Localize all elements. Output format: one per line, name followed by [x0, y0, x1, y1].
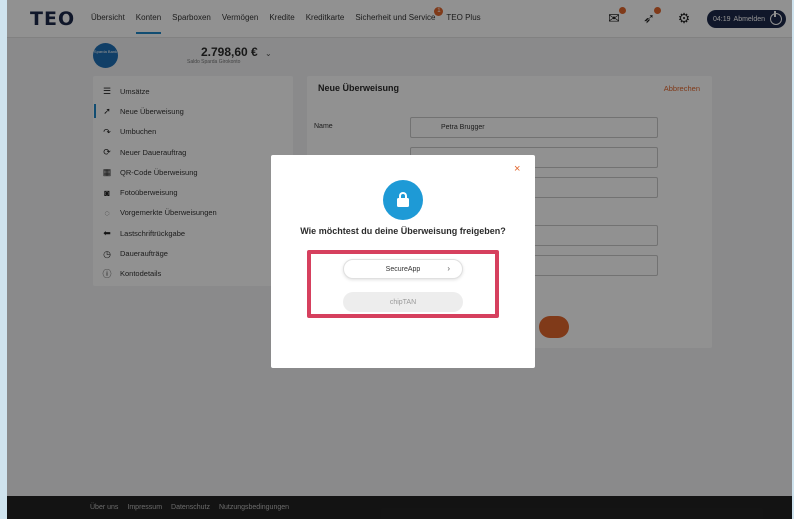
- lock-body: [397, 198, 409, 207]
- banking-app: TEO Übersicht Konten Sparboxen Vermögen …: [7, 0, 792, 519]
- close-icon[interactable]: ×: [514, 164, 520, 175]
- dialog-question: Wie möchtest du deine Überweisung freige…: [300, 226, 506, 236]
- lock-icon: [383, 180, 423, 220]
- secureapp-button[interactable]: SecureApp ›: [343, 259, 463, 279]
- screenshot-frame: TEO Übersicht Konten Sparboxen Vermögen …: [0, 0, 794, 519]
- release-method-dialog: × Wie möchtest du deine Überweisung frei…: [271, 155, 535, 368]
- chiptan-button[interactable]: chipTAN: [343, 292, 463, 312]
- chevron-right-icon: ›: [447, 264, 450, 273]
- secureapp-label: SecureApp: [385, 265, 421, 273]
- chiptan-label: chipTAN: [389, 298, 417, 306]
